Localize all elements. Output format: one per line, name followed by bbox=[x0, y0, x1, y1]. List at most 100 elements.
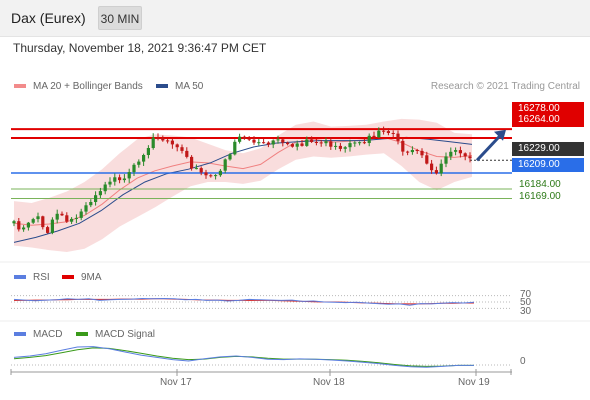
candle-body bbox=[36, 216, 40, 220]
macd-line bbox=[13, 346, 474, 368]
macd-zero-label: 0 bbox=[520, 356, 526, 367]
candle-body bbox=[185, 150, 189, 157]
candle-body bbox=[194, 168, 198, 170]
support-2-tag: 16169.00 bbox=[519, 191, 561, 202]
candle-body bbox=[401, 140, 405, 152]
candle-body bbox=[17, 221, 21, 230]
candle-body bbox=[454, 150, 458, 152]
candle-body bbox=[161, 138, 165, 141]
candle-body bbox=[238, 136, 242, 142]
candle-body bbox=[367, 135, 371, 143]
candle-body bbox=[204, 172, 208, 176]
candle-body bbox=[166, 140, 170, 142]
candle-body bbox=[257, 142, 261, 144]
candle-body bbox=[415, 150, 419, 151]
candle-body bbox=[70, 218, 74, 222]
last-price-tag: 16229.00 bbox=[512, 142, 584, 156]
candle-body bbox=[214, 175, 218, 177]
x-tick-label: Nov 18 bbox=[313, 377, 345, 388]
candle-body bbox=[89, 202, 93, 206]
candle-body bbox=[406, 151, 410, 153]
candle-body bbox=[286, 142, 290, 145]
candle-body bbox=[137, 161, 141, 165]
candle-body bbox=[108, 181, 112, 185]
candle-body bbox=[338, 145, 342, 149]
candle-body bbox=[170, 140, 174, 145]
candle-body bbox=[50, 219, 54, 233]
price-chart bbox=[0, 118, 590, 376]
candle-body bbox=[228, 154, 232, 160]
candle-body bbox=[295, 143, 299, 147]
candle-body bbox=[247, 138, 251, 140]
rsi-panel bbox=[11, 295, 512, 309]
candle-body bbox=[127, 172, 131, 179]
candle-body bbox=[391, 133, 395, 134]
candle-body bbox=[60, 213, 64, 216]
candle-body bbox=[46, 227, 50, 233]
candle-body bbox=[334, 145, 338, 147]
candle-body bbox=[218, 170, 222, 176]
candle-body bbox=[242, 136, 246, 139]
resistance-1-tag: 16264.00 bbox=[512, 113, 584, 127]
candle-body bbox=[122, 178, 126, 181]
candle-body bbox=[300, 143, 304, 146]
candle-body bbox=[434, 170, 438, 174]
candle-body bbox=[276, 139, 280, 141]
candle-body bbox=[314, 142, 318, 143]
candle-body bbox=[343, 147, 347, 149]
candle-body bbox=[65, 215, 69, 222]
candle-body bbox=[142, 155, 146, 162]
forecast-arrow-layer bbox=[475, 129, 506, 162]
pivot-tag: 16209.00 bbox=[512, 158, 584, 172]
candle-body bbox=[223, 159, 227, 171]
candle-body bbox=[463, 153, 467, 157]
candle-body bbox=[449, 151, 453, 157]
x-tick-label: Nov 19 bbox=[458, 377, 490, 388]
candle-body bbox=[305, 139, 309, 146]
candle-body bbox=[113, 177, 117, 182]
candle-body bbox=[348, 143, 352, 148]
candle-body bbox=[103, 184, 107, 192]
candle-body bbox=[26, 222, 30, 228]
candle-body bbox=[377, 130, 381, 138]
candle-body bbox=[290, 144, 294, 147]
candle-body bbox=[175, 144, 179, 148]
candle-body bbox=[319, 142, 323, 144]
candle-body bbox=[146, 148, 150, 155]
candle-body bbox=[430, 163, 434, 171]
candle-body bbox=[84, 205, 88, 212]
candle-body bbox=[468, 156, 472, 159]
candle-body bbox=[31, 219, 35, 223]
candle-body bbox=[180, 147, 184, 151]
candle-body bbox=[12, 221, 16, 224]
candle-body bbox=[271, 140, 275, 145]
candle-body bbox=[199, 168, 203, 173]
candle-body bbox=[372, 135, 376, 138]
candle-body bbox=[358, 142, 362, 144]
candle-body bbox=[190, 156, 194, 169]
macd-panel bbox=[11, 346, 512, 368]
candle-body bbox=[329, 141, 333, 147]
candle-body bbox=[458, 150, 462, 154]
x-tick-label: Nov 17 bbox=[160, 377, 192, 388]
candle-body bbox=[22, 227, 26, 230]
candle-body bbox=[281, 139, 285, 143]
candle-body bbox=[425, 155, 429, 164]
candle-body bbox=[324, 141, 328, 144]
candle-body bbox=[262, 142, 266, 144]
candle-body bbox=[151, 137, 155, 148]
candle-body bbox=[444, 156, 448, 164]
candle-body bbox=[98, 191, 102, 196]
candle-body bbox=[386, 131, 390, 133]
candle-body bbox=[41, 216, 45, 228]
candle-body bbox=[233, 141, 237, 155]
candle-body bbox=[439, 163, 443, 174]
candle-body bbox=[209, 175, 213, 177]
candle-body bbox=[74, 217, 78, 219]
candle-body bbox=[156, 137, 160, 139]
candle-body bbox=[266, 142, 270, 145]
candle-body bbox=[55, 213, 59, 220]
candle-body bbox=[410, 150, 414, 153]
candle-body bbox=[310, 139, 314, 142]
candle-body bbox=[420, 150, 424, 156]
